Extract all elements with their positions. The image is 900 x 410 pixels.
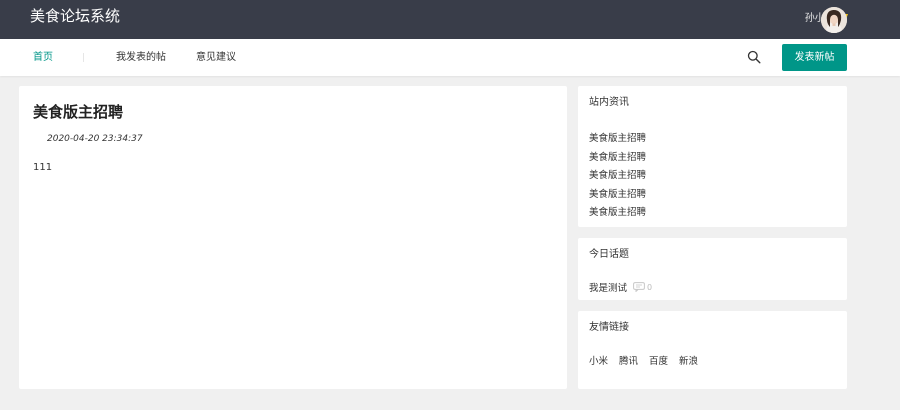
news-panel: 站内资讯 美食版主招聘 美食版主招聘 美食版主招聘 美食版主招聘 美食版主招聘: [578, 86, 847, 227]
links-panel: 友情链接 小米 腾讯 百度 新浪: [578, 311, 847, 389]
comment-icon: [633, 282, 645, 292]
nav-item-feedback[interactable]: 意见建议: [196, 39, 236, 76]
topic-item: 我是测试 0: [589, 279, 652, 295]
avatar-image: [821, 7, 847, 33]
post-detail-card: 美食版主招聘 2020-04-20 23:34:37 111: [19, 86, 567, 389]
friend-link[interactable]: 腾讯: [619, 355, 638, 369]
post-title: 美食版主招聘: [33, 103, 124, 121]
news-heading: 站内资讯: [589, 97, 629, 108]
site-title[interactable]: 美食论坛系统: [30, 6, 120, 26]
nav-item-my-posts[interactable]: 我发表的帖: [116, 39, 166, 76]
comment-count: 0: [647, 282, 653, 292]
new-post-button[interactable]: 发表新帖: [782, 44, 847, 71]
main-nav: 首页 我发表的帖 意见建议 发表新帖: [0, 39, 900, 76]
top-header: 美食论坛系统 孙小梅 V: [0, 0, 900, 39]
search-icon[interactable]: [747, 50, 761, 64]
post-timestamp: 2020-04-20 23:34:37: [47, 134, 143, 144]
news-item[interactable]: 美食版主招聘: [589, 186, 646, 205]
links-heading: 友情链接: [589, 322, 629, 333]
news-item[interactable]: 美食版主招聘: [589, 130, 646, 149]
user-avatar-icon[interactable]: [821, 7, 847, 33]
friend-link[interactable]: 小米: [589, 355, 608, 369]
links-list: 小米 腾讯 百度 新浪: [589, 355, 709, 369]
topics-panel: 今日话题 我是测试 0: [578, 238, 847, 300]
nav-item-home[interactable]: 首页: [33, 39, 53, 76]
news-item[interactable]: 美食版主招聘: [589, 149, 646, 168]
news-list: 美食版主招聘 美食版主招聘 美食版主招聘 美食版主招聘 美食版主招聘: [589, 130, 646, 223]
news-item[interactable]: 美食版主招聘: [589, 204, 646, 223]
topic-title[interactable]: 我是测试: [589, 280, 627, 294]
nav-divider: [83, 53, 84, 62]
news-item[interactable]: 美食版主招聘: [589, 167, 646, 186]
post-content: 111: [33, 162, 53, 173]
topics-heading: 今日话题: [589, 249, 629, 260]
friend-link[interactable]: 新浪: [679, 355, 698, 369]
friend-link[interactable]: 百度: [649, 355, 668, 369]
